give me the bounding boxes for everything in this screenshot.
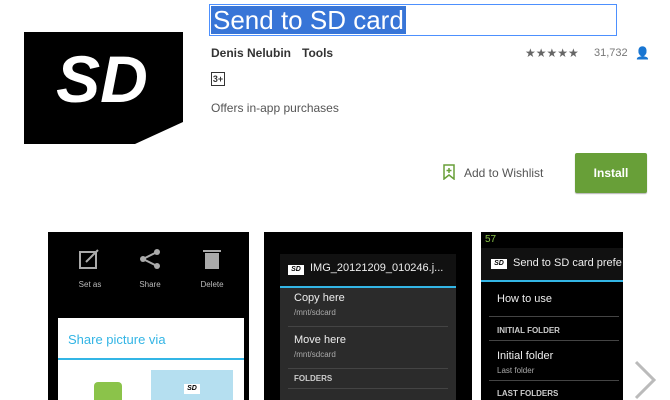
menu-item-path: /mnt/sdcard [294,350,336,359]
file-name: IMG_20121209_010246.j... [310,262,444,274]
menu-header: SD IMG_20121209_010246.j... [280,254,456,288]
in-app-purchases-note: Offers in-app purchases [211,101,339,115]
menu-item-copy-here: Copy here [294,292,345,304]
pref-divider [489,340,619,341]
sd-card-icon: SD [491,259,507,269]
preferences-action-bar: SD Send to SD card prefe [481,248,623,282]
set-as-icon [79,249,99,269]
chevron-right-icon[interactable] [630,358,660,400]
add-to-wishlist-button[interactable]: Add to Wishlist [464,166,543,180]
share-dialog: Share picture via SD [58,318,244,400]
developer-link[interactable]: Denis Nelubin [211,46,291,60]
menu-divider [288,368,448,369]
rating-count: 31,732 [594,47,628,59]
menu-divider [288,388,448,389]
svg-text:SD: SD [56,42,148,116]
pref-divider [489,380,619,381]
share-dialog-title: Share picture via [68,332,166,347]
content-rating-badge: 3+ [211,72,225,86]
pref-divider [489,316,619,317]
delete-icon [203,250,221,269]
bookmark-add-icon[interactable] [443,164,455,180]
pref-how-to-use: How to use [497,293,553,305]
status-bar-number: 57 [485,234,497,245]
screenshot-2[interactable]: SD IMG_20121209_010246.j... Copy here /m… [264,232,472,400]
menu-item-path: /mnt/sdcard [294,308,336,317]
toolbar-label: Set as [78,280,102,289]
share-option-sd: SD [151,370,233,400]
share-icon [140,249,160,269]
preferences-title: Send to SD card prefe [513,257,622,269]
app-title-field[interactable]: Send to SD card [209,4,617,36]
pref-initial-folder-value: Last folder [497,366,535,375]
install-button[interactable]: Install [575,153,647,193]
menu-item-move-here: Move here [294,334,346,346]
android-icon [94,382,122,400]
app-title: Send to SD card [211,5,406,35]
menu-section-folders: FOLDERS [294,374,333,383]
screenshot-1[interactable]: Set as Share Delete Share picture via SD [48,232,249,400]
toolbar-label: Share [139,280,161,289]
sd-card-icon: SD [288,265,304,275]
sd-card-icon: SD [184,384,200,394]
menu-panel: Copy here /mnt/sdcard Move here /mnt/sdc… [280,288,456,400]
toolbar-label: Delete [200,280,224,289]
category-link[interactable]: Tools [302,46,333,60]
pref-section-last-folders: LAST FOLDERS [497,389,559,398]
pref-section-initial-folder: INITIAL FOLDER [497,326,560,335]
rating-stars: ★★★★★ [525,46,579,60]
screenshot-3[interactable]: 57 SD Send to SD card prefe How to use I… [481,232,623,400]
dialog-divider [58,358,244,360]
app-icon-sd-card: SD [24,32,183,144]
person-icon: 👤 [635,46,650,60]
menu-divider [288,326,448,327]
pref-initial-folder: Initial folder [497,350,554,362]
